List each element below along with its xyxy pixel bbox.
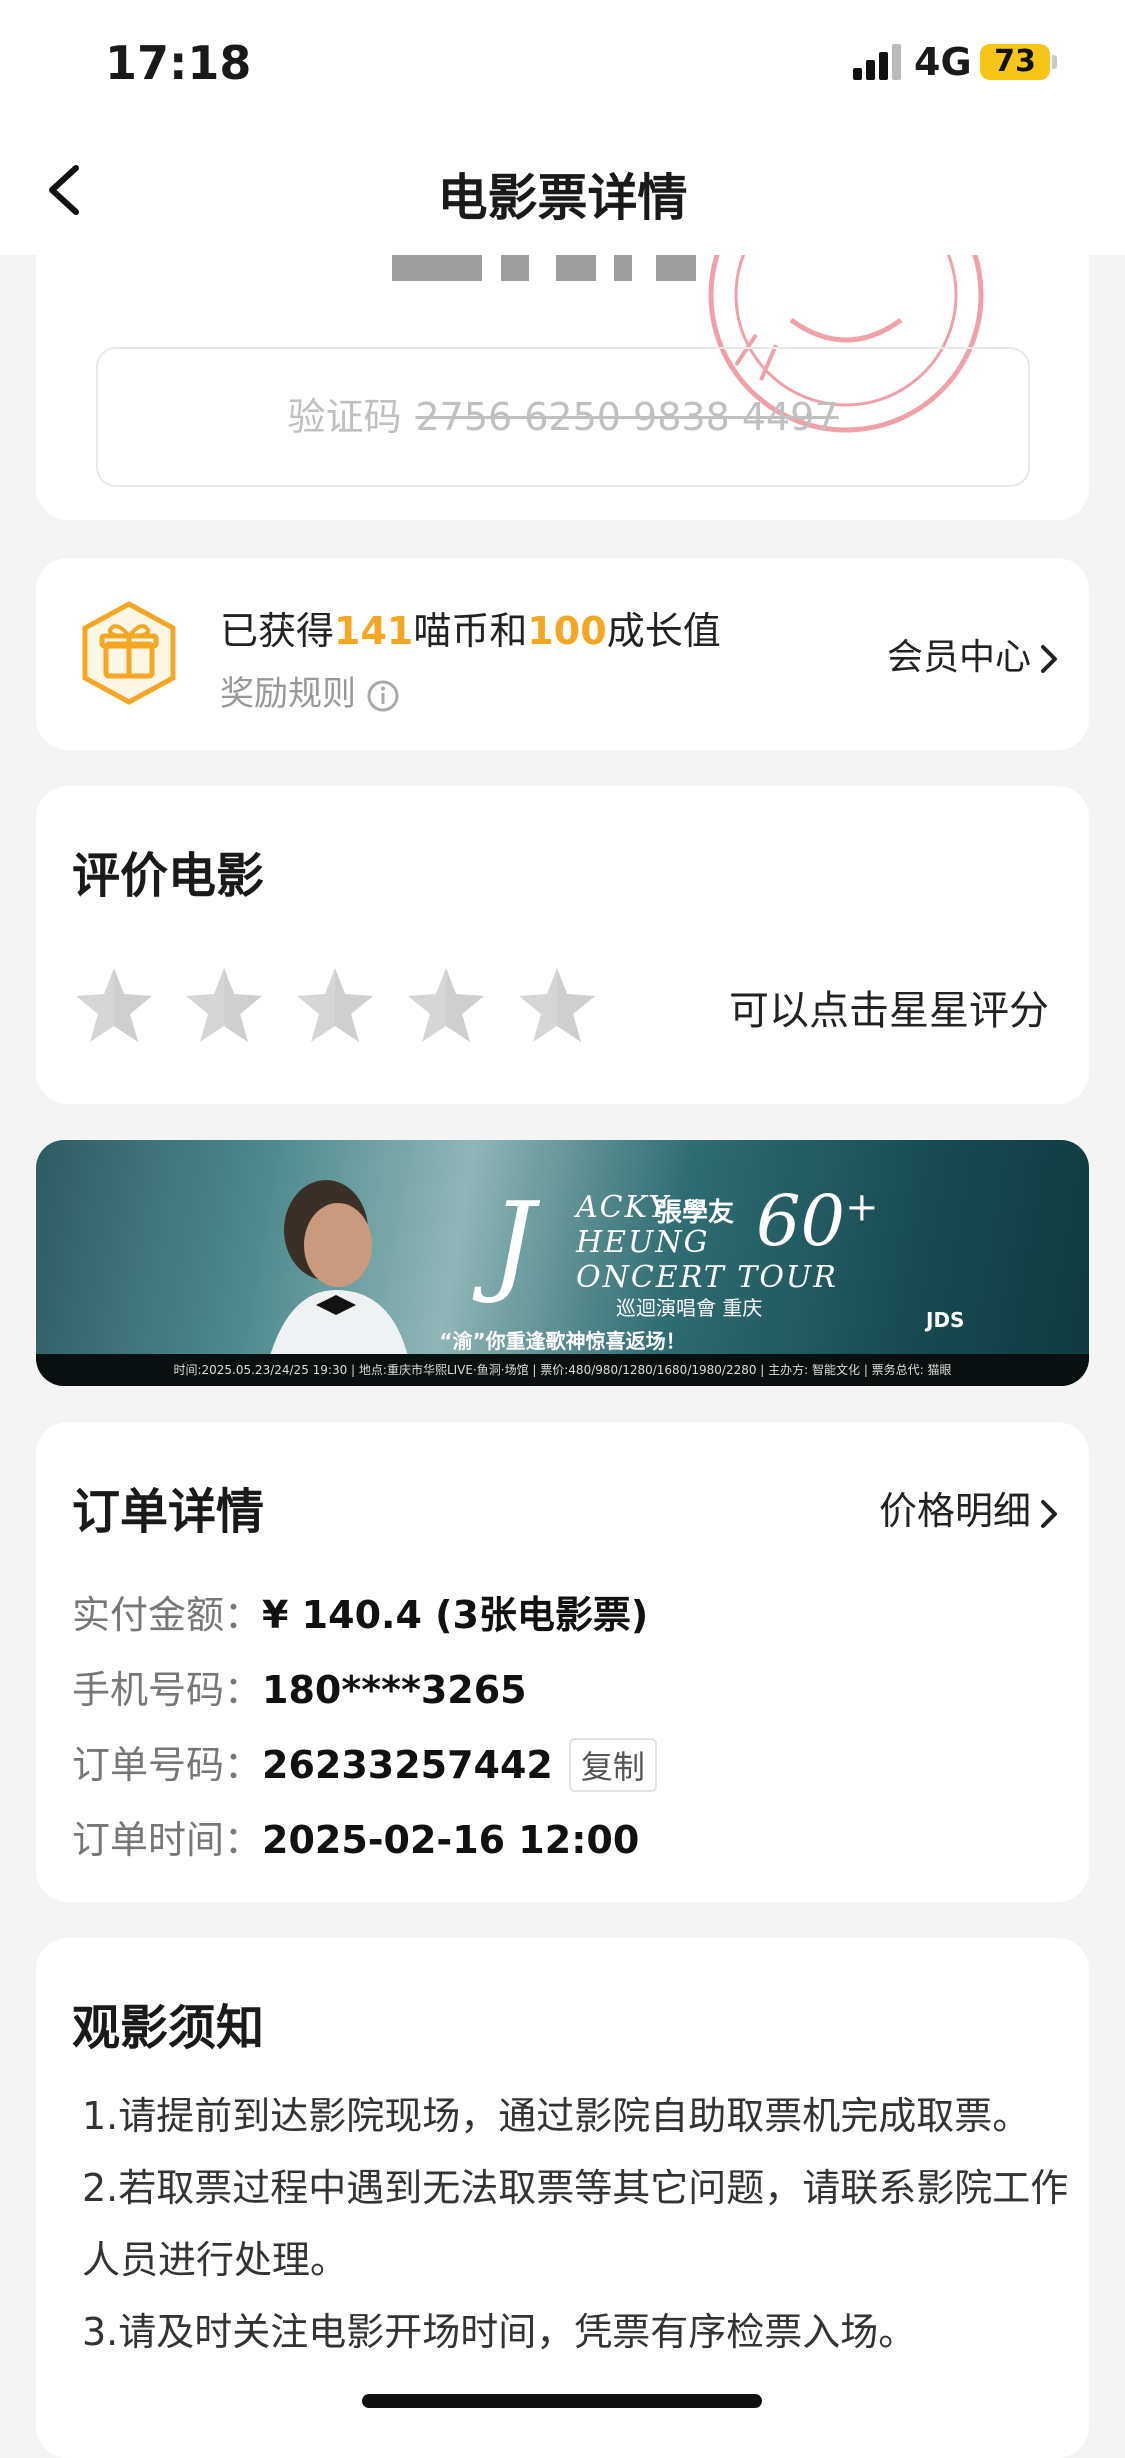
rating-hint: 可以点击星星评分 [729, 988, 1049, 1034]
status-time: 17:18 [105, 36, 252, 90]
banner-line3: ONCERT TOUR [576, 1260, 838, 1295]
page-title: 电影票详情 [437, 169, 688, 227]
star-3-icon[interactable] [293, 964, 377, 1048]
banner-plus: + [845, 1184, 879, 1231]
banner-slogan: “渝”你重逢歌神惊喜返场！ [439, 1329, 686, 1353]
network-type: 4G [914, 40, 972, 84]
concert-banner[interactable]: J ACKY HEUNG ONCERT TOUR 張學友 60+ 巡迴演唱會 重… [36, 1140, 1089, 1386]
order-row-amount: 实付金额：¥ 140.4 (3张电影票) [72, 1584, 648, 1639]
home-indicator[interactable] [362, 2394, 762, 2408]
notice-item: 1.请提前到达影院现场，通过影院自助取票机完成取票。 [82, 2094, 1031, 2138]
order-row-time: 订单时间：2025-02-16 12:00 [72, 1809, 639, 1864]
status-bar: 17:18 4G 73 [0, 0, 1125, 130]
reward-text: 已获得141喵币和100成长值 [220, 600, 721, 655]
star-4-icon[interactable] [404, 964, 488, 1048]
verify-label: 验证码 [287, 395, 402, 439]
signal-icon [853, 44, 903, 80]
rating-card: 评价电影 可以点击星星评分 [36, 786, 1089, 1104]
notice-item: 3.请及时关注电影开场时间，凭票有序检票入场。 [82, 2310, 917, 2354]
row-label: 订单号码： [72, 1743, 263, 1787]
chevron-right-icon [1041, 1499, 1057, 1528]
verify-code: 2756 6250 9838 4497 [415, 395, 839, 439]
row-label: 手机号码： [72, 1668, 263, 1712]
star-2-icon[interactable] [182, 964, 266, 1048]
info-icon[interactable] [366, 679, 400, 713]
banner-footer-text: 时间:2025.05.23/24/25 19:30 | 地点:重庆市华熙LIVE… [173, 1363, 952, 1377]
price-detail-label: 价格明细 [878, 1489, 1031, 1533]
star-1-icon[interactable] [72, 964, 156, 1048]
star-5-icon[interactable] [515, 964, 599, 1048]
notice-title: 观影须知 [72, 2000, 265, 2056]
notice-card: 观影须知 1.请提前到达影院现场，通过影院自助取票机完成取票。 2.若取票过程中… [36, 1938, 1089, 2458]
ticket-card: 验证码 2756 6250 9838 4497 [36, 255, 1089, 520]
member-center-label: 会员中心 [886, 637, 1031, 678]
price-detail-link[interactable]: 价格明细 [879, 1480, 1059, 1535]
member-center-link[interactable]: 会员中心 [887, 628, 1059, 680]
banner-number: 60+ [756, 1180, 879, 1262]
gift-icon [82, 601, 176, 705]
order-card: 订单详情 价格明细 实付金额：¥ 140.4 (3张电影票) 手机号码：180*… [36, 1422, 1089, 1902]
reward-suffix: 成长值 [606, 609, 721, 653]
notice-list: 1.请提前到达影院现场，通过影院自助取票机完成取票。 2.若取票过程中遇到无法取… [82, 2080, 1072, 2368]
order-title: 订单详情 [72, 1484, 265, 1540]
battery-icon: 73 [980, 44, 1050, 80]
row-label: 实付金额： [72, 1593, 263, 1637]
verify-code-box: 验证码 2756 6250 9838 4497 [96, 347, 1030, 487]
coins-count: 141 [334, 609, 414, 653]
banner-number-value: 60 [756, 1180, 846, 1262]
row-value: ¥ 140.4 (3张电影票) [262, 1593, 649, 1637]
banner-cn-name: 張學友 [656, 1198, 735, 1228]
nav-bar: 电影票详情 [0, 130, 1125, 255]
reward-card: 已获得141喵币和100成长值 奖励规则 会员中心 [36, 558, 1089, 750]
row-value: 180****3265 [262, 1668, 527, 1712]
reward-rules-link[interactable]: 奖励规则 [220, 666, 400, 715]
rating-title: 评价电影 [72, 848, 265, 904]
banner-big-letter: J [491, 1178, 536, 1306]
chevron-right-icon [1041, 645, 1057, 673]
reward-rules-label: 奖励规则 [220, 674, 356, 714]
row-value: 26233257442 [262, 1743, 553, 1787]
banner-city: 巡迴演唱會 重庆 [616, 1296, 763, 1320]
notice-item: 2.若取票过程中遇到无法取票等其它问题，请联系影院工作人员进行处理。 [82, 2166, 1069, 2282]
row-value: 2025-02-16 12:00 [262, 1818, 640, 1862]
battery-tip [1052, 55, 1057, 69]
growth-count: 100 [527, 609, 607, 653]
copy-button[interactable]: 复制 [568, 1738, 657, 1792]
order-row-phone: 手机号码：180****3265 [72, 1659, 527, 1714]
reward-mid: 喵币和 [413, 609, 528, 653]
reward-prefix: 已获得 [220, 609, 335, 653]
row-label: 订单时间： [72, 1818, 263, 1862]
order-row-number: 订单号码：26233257442 复制 [72, 1734, 657, 1792]
